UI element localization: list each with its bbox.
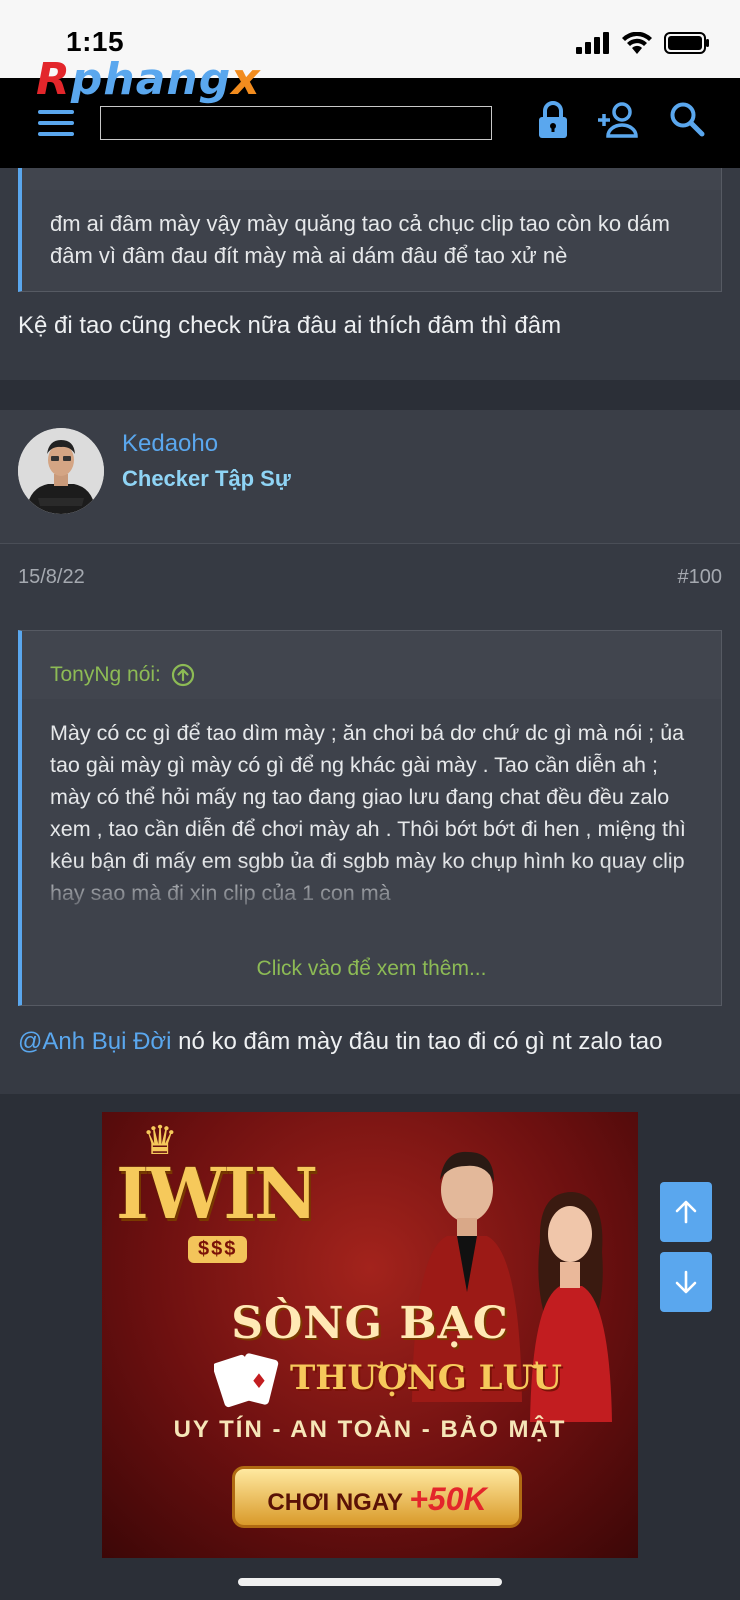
wifi-icon <box>622 32 652 54</box>
svg-text:♦: ♦ <box>250 1369 268 1393</box>
logo-letter-r: R <box>36 54 71 105</box>
expand-quote-link[interactable]: Click vào để xem thêm... <box>22 957 721 981</box>
quote-author[interactable]: TonyNg nói: <box>50 663 161 687</box>
arrow-up-icon <box>675 1200 697 1224</box>
username-link[interactable]: Kedaoho <box>122 430 218 458</box>
avatar-image <box>18 428 104 514</box>
quote-header: TonyNg nói: <box>22 631 721 699</box>
search-icon[interactable] <box>668 100 706 140</box>
ad-bonus: +50K <box>409 1481 487 1517</box>
search-input[interactable] <box>100 106 492 140</box>
logo-text: phang <box>70 54 232 105</box>
quote-fade <box>22 861 721 1005</box>
scroll-to-bottom-button[interactable] <box>660 1252 712 1312</box>
home-indicator[interactable] <box>238 1578 502 1586</box>
site-logo[interactable]: Rphangx <box>36 58 261 102</box>
user-mention-link[interactable]: @Anh Bụi Đời <box>18 1028 172 1055</box>
quote-text: đm ai đâm mày vậy mày quăng tao cả chục … <box>50 211 670 268</box>
ad-cta-label: CHƠI NGAY <box>267 1489 403 1516</box>
post-user-header <box>0 410 740 544</box>
post-date[interactable]: 15/8/22 <box>18 566 85 589</box>
ad-banner[interactable]: ♛ IWIN $$$ ♦ SÒNG BẠC THƯỢNG LƯU UY TÍN … <box>102 1112 638 1558</box>
ad-subheadline: THƯỢNG LƯU <box>290 1358 562 1398</box>
ad-tagline: UY TÍN - AN TOÀN - BẢO MẬT <box>173 1416 567 1443</box>
avatar[interactable] <box>18 428 104 514</box>
post-body-text: nó ko đâm mày đâu tin tao đi có gì nt za… <box>171 1028 663 1055</box>
cellular-signal-icon <box>576 32 609 54</box>
post-number[interactable]: #100 <box>678 566 723 589</box>
arrow-down-icon <box>675 1270 697 1294</box>
quote-block: đm ai đâm mày vậy mày quăng tao cả chục … <box>18 168 722 292</box>
logo-letter-x: x <box>231 54 261 105</box>
status-icons <box>576 32 710 54</box>
ad-cta-button[interactable]: CHƠI NGAY +50K <box>232 1466 522 1528</box>
playing-cards-icon: ♦ <box>214 1353 279 1408</box>
user-title: Checker Tập Sự <box>122 466 291 491</box>
post-separator <box>0 380 740 410</box>
post-body: Kệ đi tao cũng check nữa đâu ai thích đâ… <box>18 312 562 339</box>
scroll-to-top-button[interactable] <box>660 1182 712 1242</box>
post-body: @Anh Bụi Đời nó ko đâm mày đâu tin tao đ… <box>18 1028 662 1056</box>
quote-block: TonyNg nói: Mày có cc gì để tao dìm mày … <box>18 630 722 1006</box>
lock-icon[interactable] <box>536 100 570 140</box>
ad-brand-sub: $$$ <box>188 1236 248 1263</box>
add-user-icon[interactable] <box>596 100 640 140</box>
ad-headline: SÒNG BẠC <box>231 1298 509 1349</box>
battery-icon <box>664 32 709 54</box>
hamburger-menu-icon[interactable] <box>38 110 74 136</box>
ad-brand: IWIN <box>116 1152 318 1235</box>
circle-arrow-up-icon[interactable] <box>171 663 195 687</box>
quote-header <box>22 168 721 190</box>
